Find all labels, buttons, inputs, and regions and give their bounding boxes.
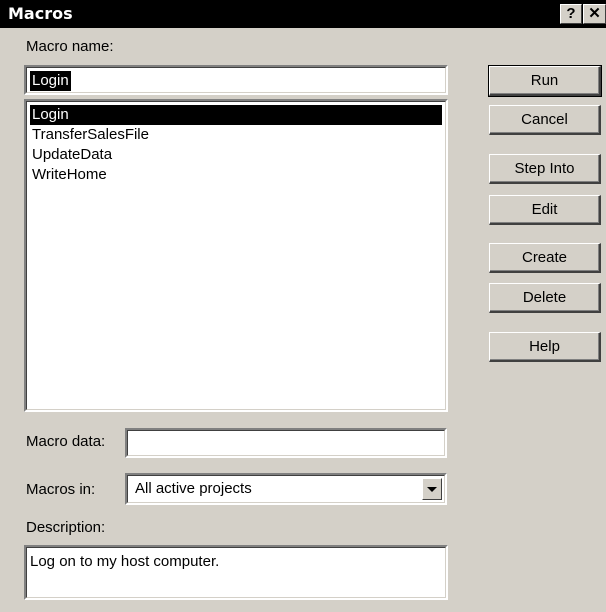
- window-title: Macros: [8, 4, 73, 23]
- macros-in-value: All active projects: [135, 480, 252, 497]
- chevron-down-icon[interactable]: [422, 478, 442, 500]
- list-item[interactable]: TransferSalesFile: [30, 125, 149, 145]
- macro-name-label: Macro name:: [26, 38, 114, 55]
- delete-button[interactable]: Delete: [489, 283, 601, 313]
- step-into-button[interactable]: Step Into: [489, 154, 601, 184]
- create-button[interactable]: Create: [489, 243, 601, 273]
- description-text: Log on to my host computer.: [30, 553, 220, 570]
- edit-button[interactable]: Edit: [489, 195, 601, 225]
- list-item[interactable]: WriteHome: [30, 165, 107, 185]
- close-icon[interactable]: ✕: [583, 4, 606, 24]
- help-icon[interactable]: ?: [560, 4, 582, 24]
- list-item[interactable]: UpdateData: [30, 145, 112, 165]
- macro-list[interactable]: Login TransferSalesFile UpdateData Write…: [24, 99, 448, 412]
- cancel-button[interactable]: Cancel: [489, 105, 601, 135]
- macro-name-input[interactable]: Login: [24, 65, 448, 95]
- macro-name-value: Login: [30, 71, 71, 91]
- description-label: Description:: [26, 519, 106, 536]
- run-button[interactable]: Run: [488, 65, 602, 97]
- list-item[interactable]: Login: [30, 105, 442, 125]
- title-bar[interactable]: Macros ? ✕: [0, 0, 606, 28]
- description-box: Log on to my host computer.: [24, 545, 448, 600]
- macros-in-select[interactable]: All active projects: [125, 473, 447, 505]
- macro-data-input[interactable]: [125, 428, 447, 458]
- macro-data-label: Macro data:: [26, 433, 106, 450]
- help-button[interactable]: Help: [489, 332, 601, 362]
- macros-in-label: Macros in:: [26, 481, 96, 498]
